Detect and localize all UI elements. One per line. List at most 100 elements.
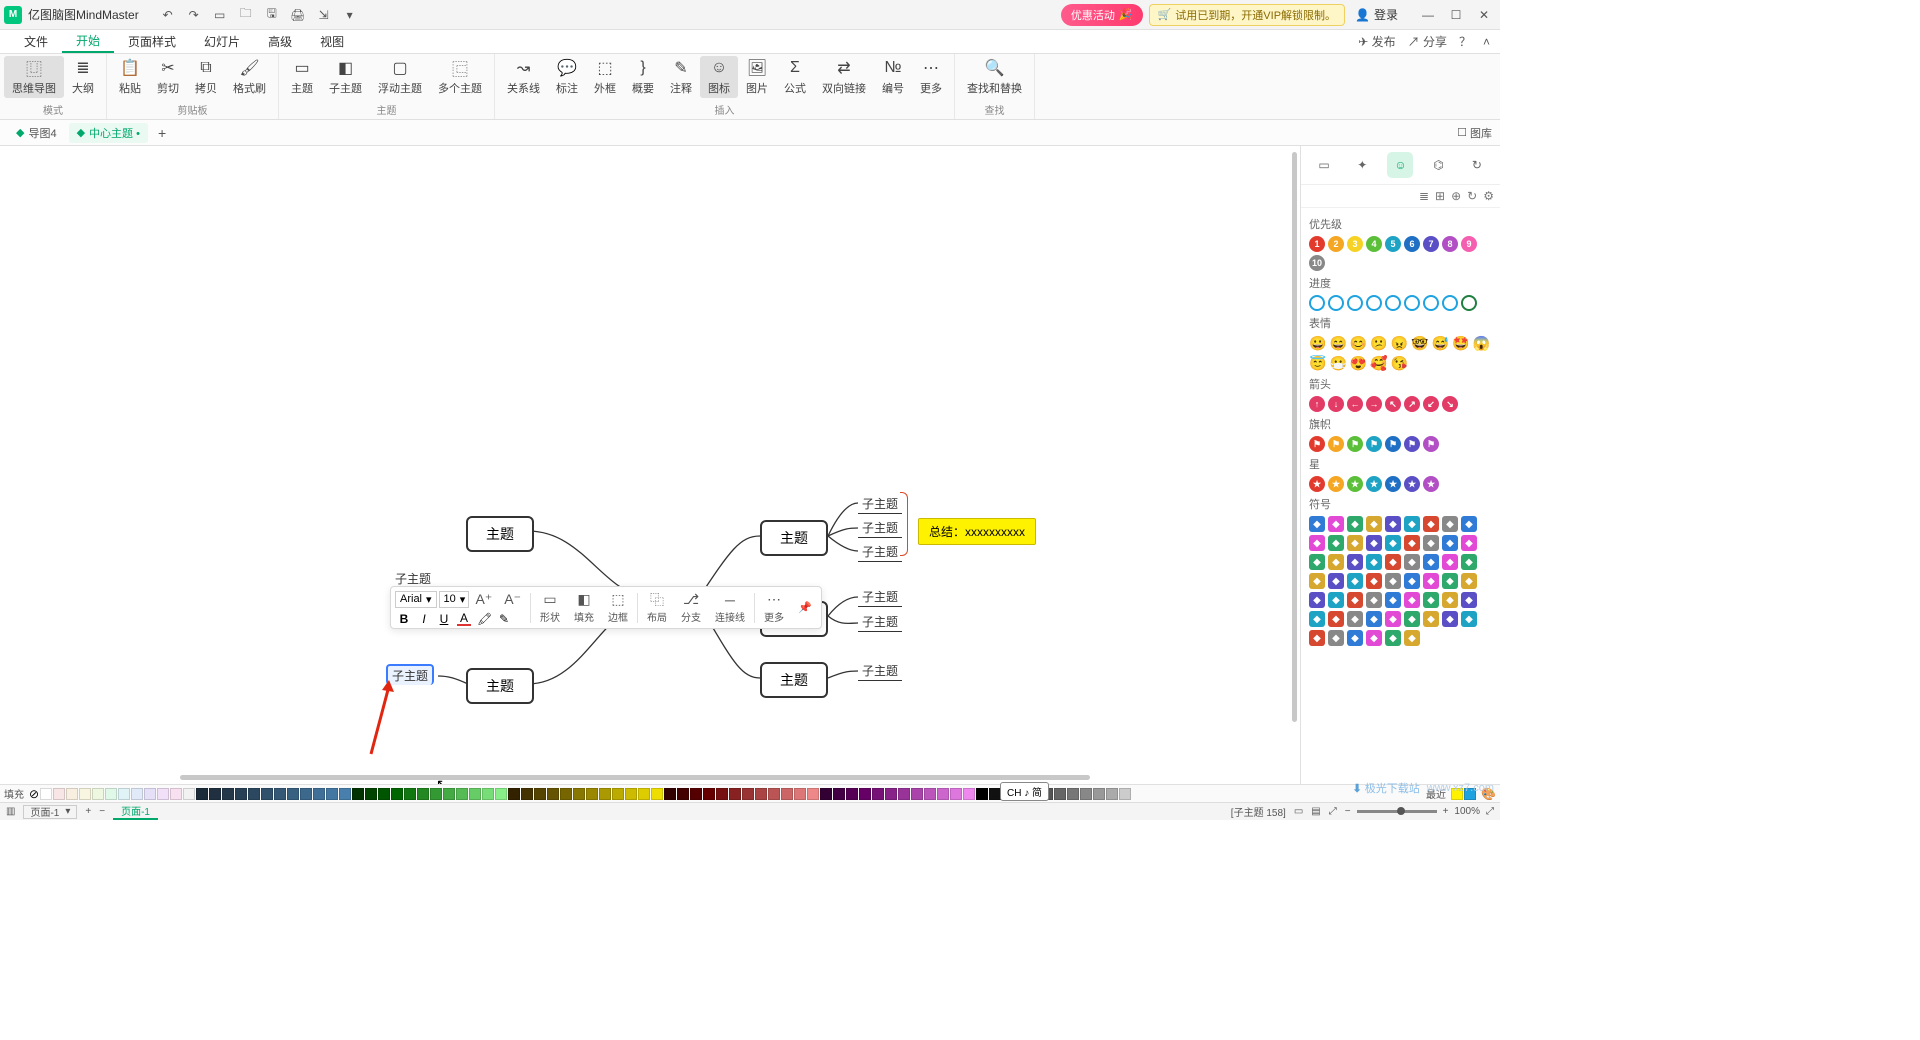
priority-icon[interactable]: 9 (1461, 236, 1477, 252)
zoom-control[interactable]: − + 100% ⤢ (1345, 806, 1494, 817)
canvas[interactable]: 主题 主题 子主题 主题 主题 主题 子主题 子主题 子主题 子主题 子主题 子… (0, 146, 1300, 784)
ribbon-粘贴[interactable]: 📋粘贴 (111, 56, 149, 98)
ribbon-浮动主题[interactable]: ▢浮动主题 (370, 56, 430, 98)
symbol-icon[interactable]: ◆ (1461, 573, 1477, 589)
priority-icon[interactable]: 10 (1309, 255, 1325, 271)
symbol-icon[interactable]: ◆ (1366, 592, 1382, 608)
emoji-icon[interactable]: 😊 (1350, 335, 1367, 352)
menu-页面样式[interactable]: 页面样式 (114, 30, 190, 53)
color-swatch[interactable] (508, 788, 520, 800)
color-swatch[interactable] (677, 788, 689, 800)
color-swatch[interactable] (833, 788, 845, 800)
symbol-icon[interactable]: ◆ (1404, 611, 1420, 627)
color-swatch[interactable] (664, 788, 676, 800)
color-swatch[interactable] (1106, 788, 1118, 800)
ribbon-标注[interactable]: 💬标注 (548, 56, 586, 98)
progress-icon[interactable] (1347, 295, 1363, 311)
save-button[interactable]: 🖫 (263, 6, 281, 24)
symbol-icon[interactable]: ◆ (1423, 611, 1439, 627)
menu-开始[interactable]: 开始 (62, 30, 114, 53)
emoji-icon[interactable]: 😕 (1370, 335, 1387, 352)
flag-icon[interactable]: ⚑ (1347, 436, 1363, 452)
topic-node-bl[interactable]: 主题 (466, 668, 534, 704)
page-selector[interactable]: 页面-1 ▾ (23, 805, 77, 819)
bold-button[interactable]: B (397, 612, 411, 626)
italic-button[interactable]: I (417, 612, 431, 626)
color-swatch[interactable] (404, 788, 416, 800)
symbol-icon[interactable]: ◆ (1309, 516, 1325, 532)
view-outline[interactable]: ▤ (1311, 806, 1320, 817)
progress-icon[interactable] (1404, 295, 1420, 311)
color-swatch[interactable] (716, 788, 728, 800)
emoji-icon[interactable]: 😱 (1473, 335, 1490, 352)
underline-button[interactable]: U (437, 612, 451, 626)
color-swatch[interactable] (157, 788, 169, 800)
progress-icon[interactable] (1423, 295, 1439, 311)
symbol-icon[interactable]: ◆ (1442, 516, 1458, 532)
undo-button[interactable]: ↶ (159, 6, 177, 24)
color-swatch[interactable] (937, 788, 949, 800)
symbol-icon[interactable]: ◆ (1385, 573, 1401, 589)
zoom-fit[interactable]: ⤢ (1486, 806, 1494, 817)
color-swatch[interactable] (846, 788, 858, 800)
ribbon-主题[interactable]: ▭主题 (283, 56, 321, 98)
progress-icon[interactable] (1385, 295, 1401, 311)
subtopic-r3a[interactable]: 子主题 (858, 661, 902, 681)
flag-icon[interactable]: ⚑ (1366, 436, 1382, 452)
color-swatch[interactable] (222, 788, 234, 800)
color-swatch[interactable] (105, 788, 117, 800)
symbol-icon[interactable]: ◆ (1385, 554, 1401, 570)
symbol-icon[interactable]: ◆ (1347, 630, 1363, 646)
subtopic-r2a[interactable]: 子主题 (858, 587, 902, 607)
ribbon-剪切[interactable]: ✂剪切 (149, 56, 187, 98)
color-swatch[interactable] (40, 788, 52, 800)
progress-icon[interactable] (1309, 295, 1325, 311)
color-swatch[interactable] (417, 788, 429, 800)
arrow-icon[interactable]: ↙ (1423, 396, 1439, 412)
view-add[interactable]: ⊕ (1451, 189, 1461, 203)
panel-tab-clipart[interactable]: ⌬ (1426, 152, 1452, 178)
color-swatch[interactable] (482, 788, 494, 800)
font-color-button[interactable]: A (457, 611, 471, 626)
arrow-icon[interactable]: ↘ (1442, 396, 1458, 412)
color-swatch[interactable] (963, 788, 975, 800)
symbol-icon[interactable]: ◆ (1366, 611, 1382, 627)
color-swatch[interactable] (326, 788, 338, 800)
topic-node-tl[interactable]: 主题 (466, 516, 534, 552)
symbol-icon[interactable]: ◆ (1309, 592, 1325, 608)
branch-button[interactable]: ⎇分支 (676, 590, 706, 626)
color-swatch[interactable] (235, 788, 247, 800)
symbol-icon[interactable]: ◆ (1309, 630, 1325, 646)
emoji-icon[interactable]: 🤓 (1411, 335, 1428, 352)
subtopic-r2b[interactable]: 子主题 (858, 612, 902, 632)
priority-icon[interactable]: 5 (1385, 236, 1401, 252)
view-fit[interactable]: ⤢ (1329, 806, 1337, 817)
minimize-button[interactable]: — (1416, 5, 1440, 25)
color-swatch[interactable] (131, 788, 143, 800)
symbol-icon[interactable]: ◆ (1423, 516, 1439, 532)
color-swatch[interactable] (53, 788, 65, 800)
ribbon-关系线[interactable]: ↝关系线 (499, 56, 548, 98)
vertical-scrollbar[interactable] (1292, 152, 1297, 722)
ribbon-公式[interactable]: Σ公式 (776, 56, 814, 98)
color-swatch[interactable] (768, 788, 780, 800)
menu-视图[interactable]: 视图 (306, 30, 358, 53)
panel-tab-style[interactable]: ▭ (1311, 152, 1337, 178)
color-swatch[interactable] (196, 788, 208, 800)
symbol-icon[interactable]: ◆ (1328, 611, 1344, 627)
color-swatch[interactable] (248, 788, 260, 800)
emoji-icon[interactable]: 😠 (1391, 335, 1408, 352)
color-swatch[interactable] (807, 788, 819, 800)
symbol-icon[interactable]: ◆ (1404, 592, 1420, 608)
symbol-icon[interactable]: ◆ (1328, 535, 1344, 551)
symbol-icon[interactable]: ◆ (1404, 535, 1420, 551)
font-size-select[interactable]: 10 ▾ (439, 591, 469, 608)
color-swatch[interactable] (92, 788, 104, 800)
priority-icon[interactable]: 7 (1423, 236, 1439, 252)
emoji-icon[interactable]: 🥰 (1370, 355, 1387, 372)
color-swatch[interactable] (261, 788, 273, 800)
new-button[interactable]: ▭ (211, 6, 229, 24)
symbol-icon[interactable]: ◆ (1347, 535, 1363, 551)
close-button[interactable]: ✕ (1472, 5, 1496, 25)
emoji-icon[interactable]: 😀 (1309, 335, 1326, 352)
